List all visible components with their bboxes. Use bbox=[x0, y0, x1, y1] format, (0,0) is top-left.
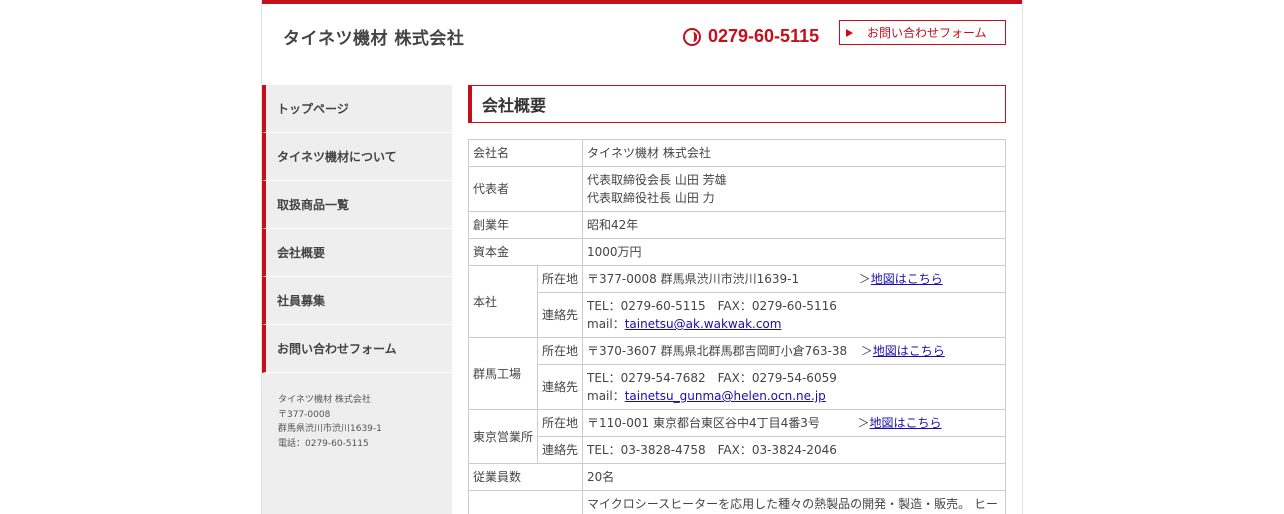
table-row: マイクロシースヒーターを応用した種々の熱製品の開発・製造・販売。 ヒー bbox=[468, 490, 1006, 514]
sidebar-zip: 〒377-0008 bbox=[278, 409, 331, 420]
table-row: 創業年 昭和42年 bbox=[468, 211, 1006, 239]
table-row: 連絡先 TEL：0279-54-7682 FAX：0279-54-6059 ma… bbox=[469, 364, 1006, 410]
rep-value-2: 代表取締役社長 山田 力 bbox=[587, 191, 715, 205]
sidebar-item-top[interactable]: トップページ bbox=[262, 85, 452, 133]
row-label: 従業員数 bbox=[468, 463, 583, 491]
page-title: 会社概要 bbox=[468, 85, 1006, 123]
site-title[interactable]: タイネツ機材 株式会社 bbox=[283, 24, 464, 49]
row-label: 本社 bbox=[468, 265, 538, 338]
header-phone: 0279-60-5115 bbox=[683, 26, 819, 47]
row-value: タイネツ機材 株式会社 bbox=[582, 139, 1006, 167]
chevron-right-icon: ＞ bbox=[857, 416, 870, 430]
gunma-tel: TEL：0279-54-7682 FAX：0279-54-6059 bbox=[587, 371, 837, 385]
chevron-right-icon: ＞ bbox=[858, 272, 871, 286]
row-label: 資本金 bbox=[468, 238, 583, 266]
row-sublabel: 所在地 bbox=[537, 265, 583, 293]
chevron-right-icon: ＞ bbox=[860, 344, 873, 358]
row-sublabel: 連絡先 bbox=[537, 364, 583, 410]
row-value: 〒370-3607 群馬県北群馬郡吉岡町小倉763-38 ＞地図はこちら bbox=[582, 337, 1006, 365]
row-label bbox=[468, 490, 583, 514]
row-label: 東京営業所 bbox=[468, 409, 538, 464]
sidebar: トップページ タイネツ機材について 取扱商品一覧 会社概要 社員募集 お問い合わ… bbox=[262, 85, 452, 514]
page-container: タイネツ機材 株式会社 0279-60-5115 お問い合わせフォーム トップペ… bbox=[261, 0, 1023, 514]
row-value: TEL：03-3828-4758 FAX：03-3824-2046 bbox=[582, 436, 1006, 464]
row-sublabel: 所在地 bbox=[537, 337, 583, 365]
table-row: 従業員数 20名 bbox=[468, 463, 1006, 491]
sidebar-item-recruit[interactable]: 社員募集 bbox=[262, 277, 452, 325]
row-value: 〒110-001 東京都台東区谷中4丁目4番3号 ＞地図はこちら bbox=[582, 409, 1006, 437]
contact-form-button-label: お問い合わせフォーム bbox=[867, 26, 987, 40]
table-row: 群馬工場 所在地 〒370-3607 群馬県北群馬郡吉岡町小倉763-38 ＞地… bbox=[468, 337, 1006, 410]
sidebar-item-company[interactable]: 会社概要 bbox=[262, 229, 452, 277]
table-row: 本社 所在地 〒377-0008 群馬県渋川市渋川1639-1 ＞地図はこちら bbox=[468, 265, 1006, 338]
row-value: マイクロシースヒーターを応用した種々の熱製品の開発・製造・販売。 ヒー bbox=[582, 490, 1006, 514]
sidebar-item-contact[interactable]: お問い合わせフォーム bbox=[262, 325, 452, 373]
row-label: 群馬工場 bbox=[468, 337, 538, 410]
table-row: 東京営業所 所在地 〒110-001 東京都台東区谷中4丁目4番3号 ＞地図はこ… bbox=[468, 409, 1006, 464]
row-value: TEL：0279-54-7682 FAX：0279-54-6059 mail：t… bbox=[582, 364, 1006, 410]
tokyo-map-link[interactable]: 地図はこちら bbox=[870, 416, 942, 430]
hq-address: 〒377-0008 群馬県渋川市渋川1639-1 bbox=[587, 272, 800, 286]
sidebar-tel: 電話：0279-60-5115 bbox=[278, 438, 369, 449]
row-value: 代表取締役会長 山田 芳雄 代表取締役社長 山田 力 bbox=[582, 166, 1006, 212]
gunma-mail-prefix: mail： bbox=[587, 389, 625, 403]
sidebar-company-name: タイネツ機材 株式会社 bbox=[278, 395, 371, 405]
table-row: 連絡先 TEL：03-3828-4758 FAX：03-3824-2046 bbox=[469, 436, 1006, 464]
hq-mail-prefix: mail： bbox=[587, 317, 625, 331]
tokyo-address: 〒110-001 東京都台東区谷中4丁目4番3号 bbox=[587, 416, 820, 430]
table-row: 会社名 タイネツ機材 株式会社 bbox=[468, 139, 1006, 167]
table-row: 連絡先 TEL：0279-60-5115 FAX：0279-60-5116 ma… bbox=[469, 292, 1006, 338]
row-value: 〒377-0008 群馬県渋川市渋川1639-1 ＞地図はこちら bbox=[582, 265, 1006, 293]
phone-number: 0279-60-5115 bbox=[708, 26, 820, 46]
gunma-address: 〒370-3607 群馬県北群馬郡吉岡町小倉763-38 bbox=[587, 344, 848, 358]
row-value: 20名 bbox=[582, 463, 1006, 491]
play-arrow-icon bbox=[846, 28, 853, 37]
row-label: 会社名 bbox=[468, 139, 583, 167]
sidebar-item-about[interactable]: タイネツ機材について bbox=[262, 133, 452, 181]
row-sublabel: 連絡先 bbox=[537, 436, 583, 464]
gunma-mail-link[interactable]: tainetsu_gunma@helen.ocn.ne.jp bbox=[625, 389, 826, 403]
row-label: 代表者 bbox=[468, 166, 583, 212]
contact-form-button[interactable]: お問い合わせフォーム bbox=[839, 20, 1006, 45]
rep-value-1: 代表取締役会長 山田 芳雄 bbox=[587, 173, 727, 187]
sidebar-item-products[interactable]: 取扱商品一覧 bbox=[262, 181, 452, 229]
hq-map-link[interactable]: 地図はこちら bbox=[871, 272, 943, 286]
row-label: 創業年 bbox=[468, 211, 583, 239]
row-value: TEL：0279-60-5115 FAX：0279-60-5116 mail：t… bbox=[582, 292, 1006, 338]
top-accent-bar bbox=[262, 0, 1022, 4]
table-row: 資本金 1000万円 bbox=[468, 238, 1006, 266]
row-sublabel: 所在地 bbox=[537, 409, 583, 437]
hq-mail-link[interactable]: tainetsu@ak.wakwak.com bbox=[625, 317, 782, 331]
row-value: 昭和42年 bbox=[582, 211, 1006, 239]
row-value: 1000万円 bbox=[582, 238, 1006, 266]
sidebar-address: タイネツ機材 株式会社 〒377-0008 群馬県渋川市渋川1639-1 電話：… bbox=[262, 373, 452, 451]
sidebar-addr: 群馬県渋川市渋川1639-1 bbox=[278, 424, 382, 434]
row-sublabel: 連絡先 bbox=[537, 292, 583, 338]
main-content: 会社概要 会社名 タイネツ機材 株式会社 代表者 代表取締役会長 山田 芳雄 代… bbox=[468, 85, 1006, 514]
company-info-table: 会社名 タイネツ機材 株式会社 代表者 代表取締役会長 山田 芳雄 代表取締役社… bbox=[468, 139, 1006, 514]
hq-tel: TEL：0279-60-5115 FAX：0279-60-5116 bbox=[587, 299, 837, 313]
gunma-map-link[interactable]: 地図はこちら bbox=[873, 344, 945, 358]
table-row: 代表者 代表取締役会長 山田 芳雄 代表取締役社長 山田 力 bbox=[468, 166, 1006, 212]
phone-icon bbox=[683, 27, 701, 46]
